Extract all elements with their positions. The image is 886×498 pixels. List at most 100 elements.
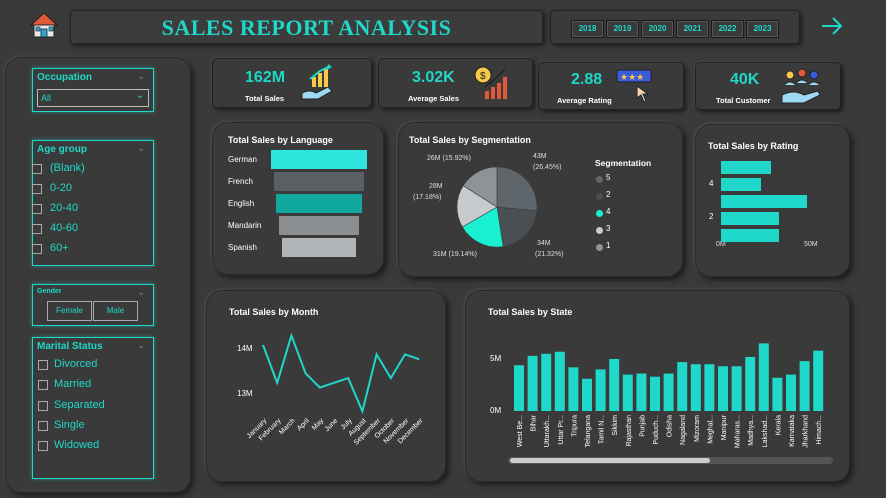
state-bar-6[interactable]: [595, 369, 606, 411]
legend-dot-segment-1[interactable]: [596, 244, 603, 251]
rating-bar-1[interactable]: [721, 229, 779, 242]
home-icon[interactable]: [29, 12, 59, 43]
state-bar-15[interactable]: [718, 366, 728, 411]
state-bar-2[interactable]: [541, 353, 552, 411]
state-label-14: Meghal...: [707, 415, 714, 444]
age-blank-checkbox[interactable]: [32, 164, 42, 174]
language-bar-english[interactable]: [276, 194, 362, 213]
state-bar-9[interactable]: [636, 373, 647, 411]
chevron-down-icon[interactable]: ⌄: [137, 71, 145, 82]
age-0-20-checkbox[interactable]: [32, 184, 42, 194]
legend-label-segment-2: 2: [606, 190, 611, 199]
language-bar-german[interactable]: [271, 150, 367, 169]
occupation-title: Occupation: [37, 72, 93, 83]
state-bar-16[interactable]: [731, 366, 742, 411]
state-bar-7[interactable]: [609, 359, 620, 411]
state-bar-14[interactable]: [704, 364, 715, 411]
marital-widowed-checkbox[interactable]: [38, 441, 48, 451]
state-bar-5[interactable]: [582, 378, 592, 411]
state-label-0: West Be...: [517, 415, 524, 447]
age-40-60-checkbox[interactable]: [32, 224, 42, 234]
year-button-2021[interactable]: 2021: [676, 20, 709, 38]
language-chart-card: Total Sales by Language German French En…: [212, 122, 384, 275]
state-bar-0[interactable]: [514, 365, 524, 411]
marital-divorced-checkbox[interactable]: [38, 360, 48, 370]
state-label-2: Uttarakh...: [544, 415, 551, 447]
state-bar-4[interactable]: [568, 367, 579, 411]
state-bar-13[interactable]: [690, 364, 701, 411]
report-title-bar: SALES REPORT ANALYSIS: [70, 10, 543, 44]
state-bar-17[interactable]: [745, 356, 756, 411]
marital-status-title: Marital Status: [37, 341, 103, 352]
chevron-down-icon[interactable]: ⌄: [137, 287, 145, 298]
language-bar-french[interactable]: [273, 172, 365, 191]
age-20-40-checkbox[interactable]: [32, 204, 42, 214]
state-label-21: Jharkhand: [803, 415, 810, 448]
pie-slice-segment-2[interactable]: [496, 206, 538, 247]
marital-married-checkbox[interactable]: [38, 380, 48, 390]
pie-label-5: 43M: [533, 153, 547, 160]
kpi-average-sales: 3.02K Average Sales $: [378, 58, 533, 108]
age-option-60plus: 60+: [50, 242, 69, 254]
year-button-2018[interactable]: 2018: [571, 20, 604, 38]
language-bar-mandarin[interactable]: [279, 216, 359, 235]
kpi-total-customer-label: Total Customer: [716, 96, 771, 105]
year-button-2022[interactable]: 2022: [711, 20, 744, 38]
month-label-may: May: [311, 417, 326, 432]
legend-dot-segment-4[interactable]: [596, 210, 603, 217]
rating-bar-2[interactable]: [721, 212, 779, 225]
kpi-average-sales-label: Average Sales: [408, 94, 460, 103]
chevron-down-icon[interactable]: ⌄: [137, 340, 145, 351]
state-bar-21[interactable]: [799, 361, 810, 411]
state-label-10: Puduch...: [653, 415, 660, 445]
arrow-right-icon[interactable]: [820, 15, 844, 42]
age-group-title: Age group: [37, 144, 87, 155]
occupation-dropdown[interactable]: All ⌄: [37, 89, 149, 107]
year-button-2020[interactable]: 2020: [641, 20, 674, 38]
language-label-german: German: [228, 155, 257, 164]
state-bar-1[interactable]: [527, 355, 538, 411]
state-bar-12[interactable]: [677, 362, 688, 411]
legend-dot-segment-3[interactable]: [596, 227, 603, 234]
state-bar-18[interactable]: [758, 343, 769, 411]
state-scrollbar-thumb[interactable]: [510, 458, 710, 463]
rating-bar-4[interactable]: [721, 178, 761, 191]
legend-label-segment-3: 3: [606, 224, 611, 233]
rating-tick-2: 2: [709, 212, 714, 221]
rating-stars-icon: ★★★: [616, 69, 652, 103]
state-bar-22[interactable]: [813, 350, 824, 411]
chevron-down-icon[interactable]: ⌄: [137, 143, 145, 154]
marital-separated-checkbox[interactable]: [38, 401, 48, 411]
month-sales-line[interactable]: [262, 332, 420, 415]
state-bar-8[interactable]: [622, 374, 633, 411]
state-bar-20[interactable]: [786, 374, 796, 411]
state-scrollbar[interactable]: [508, 457, 833, 464]
state-label-9: Punjab: [639, 415, 646, 437]
pie-label-2: 34M: [537, 240, 551, 247]
year-button-2023[interactable]: 2023: [746, 20, 779, 38]
state-label-8: Rajasthan: [626, 415, 633, 447]
age-option-blank: (Blank): [50, 162, 85, 174]
state-bar-10[interactable]: [650, 376, 660, 411]
gender-male-button[interactable]: Male: [93, 301, 138, 321]
legend-label-segment-4: 4: [606, 207, 611, 216]
state-label-5: Telangana: [585, 415, 592, 447]
year-button-2019[interactable]: 2019: [606, 20, 639, 38]
state-label-20: Karnataka: [789, 415, 796, 447]
state-bar-3[interactable]: [554, 351, 565, 411]
age-60plus-checkbox[interactable]: [32, 244, 42, 254]
legend-dot-segment-2[interactable]: [596, 193, 603, 200]
kpi-total-sales-label: Total Sales: [245, 94, 285, 103]
legend-dot-segment-5[interactable]: [596, 176, 603, 183]
marital-single-checkbox[interactable]: [38, 421, 48, 431]
state-bar-19[interactable]: [772, 377, 783, 411]
state-chart-card: Total Sales by State 5M 0M West Be... Bih…: [465, 290, 850, 482]
language-label-french: French: [228, 177, 253, 186]
rating-bar-5[interactable]: [721, 161, 772, 174]
rating-xtick-0: 0M: [716, 241, 726, 248]
rating-bar-3[interactable]: [721, 195, 808, 208]
gender-female-button[interactable]: Female: [47, 301, 92, 321]
language-bar-spanish[interactable]: [281, 238, 357, 257]
pie-slice-segment-5[interactable]: [496, 166, 538, 212]
state-bar-11[interactable]: [663, 373, 674, 411]
